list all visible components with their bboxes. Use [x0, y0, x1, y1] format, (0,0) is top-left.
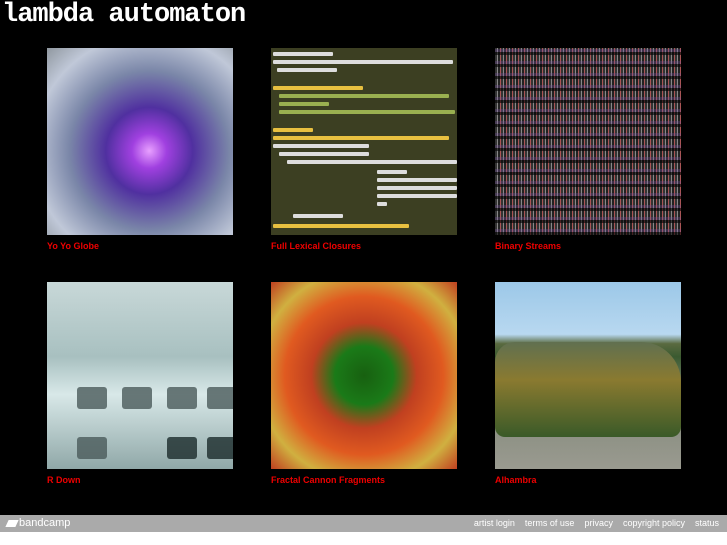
- footer-links: artist login terms of use privacy copyri…: [474, 518, 719, 528]
- album-item: Alhambra: [495, 282, 681, 485]
- page: lambda automaton Yo Yo Globe Full Lexica…: [0, 0, 727, 515]
- album-art[interactable]: [271, 48, 457, 235]
- status-link[interactable]: status: [695, 518, 719, 528]
- album-item: R Down: [47, 282, 233, 485]
- album-item: Binary Streams: [495, 48, 681, 251]
- album-item: Full Lexical Closures: [271, 48, 457, 251]
- footer: bandcamp artist login terms of use priva…: [0, 515, 727, 532]
- album-art[interactable]: [495, 282, 681, 469]
- terms-of-use-link[interactable]: terms of use: [525, 518, 575, 528]
- bandcamp-logo[interactable]: bandcamp: [5, 517, 71, 529]
- copyright-policy-link[interactable]: copyright policy: [623, 518, 685, 528]
- band-name: lambda automaton: [2, 0, 246, 30]
- album-art[interactable]: [47, 282, 233, 469]
- album-title-link[interactable]: Alhambra: [495, 475, 681, 485]
- album-title-link[interactable]: Binary Streams: [495, 241, 681, 251]
- album-art[interactable]: [495, 48, 681, 235]
- bandcamp-logo-icon: [5, 519, 19, 527]
- album-art[interactable]: [271, 282, 457, 469]
- album-item: Yo Yo Globe: [47, 48, 233, 251]
- album-title-link[interactable]: Yo Yo Globe: [47, 241, 233, 251]
- album-title-link[interactable]: Full Lexical Closures: [271, 241, 457, 251]
- privacy-link[interactable]: privacy: [584, 518, 613, 528]
- album-art[interactable]: [47, 48, 233, 235]
- artist-login-link[interactable]: artist login: [474, 518, 515, 528]
- album-title-link[interactable]: Fractal Cannon Fragments: [271, 475, 457, 485]
- bandcamp-logo-text: bandcamp: [19, 517, 71, 529]
- album-item: Fractal Cannon Fragments: [271, 282, 457, 485]
- album-title-link[interactable]: R Down: [47, 475, 233, 485]
